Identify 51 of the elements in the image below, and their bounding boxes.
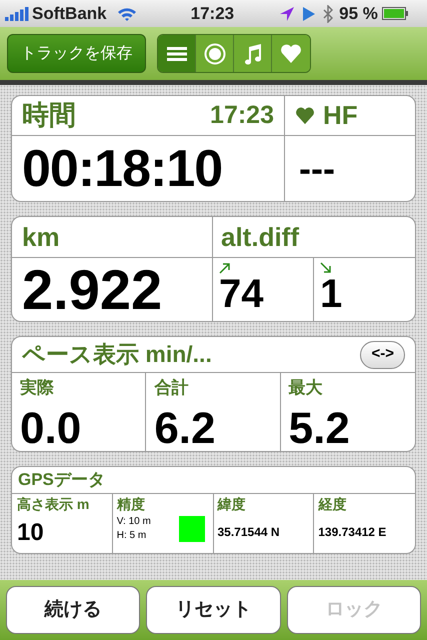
toolbar-tab[interactable] xyxy=(234,35,272,72)
clock-time: 17:23 xyxy=(190,2,234,25)
wifi-icon xyxy=(116,6,137,20)
latitude-label: 緯度 xyxy=(218,495,246,514)
action-button[interactable]: リセット xyxy=(146,586,281,634)
action-button[interactable]: 続ける xyxy=(6,586,140,634)
pace-value: 5.2 xyxy=(288,406,351,450)
arrow-up-right-icon xyxy=(219,262,231,274)
current-clock: 17:23 xyxy=(210,100,274,131)
battery-percent: 95 % xyxy=(339,2,378,25)
heart-icon xyxy=(280,44,302,64)
toolbar-tab[interactable] xyxy=(158,35,196,72)
altitude-diff-value: 74 xyxy=(219,274,264,314)
pace-column-label: 最大 xyxy=(288,377,324,399)
menu-icon xyxy=(166,46,186,62)
accuracy-label: 精度 xyxy=(116,495,146,514)
music-note-icon xyxy=(242,42,262,64)
save-track-button[interactable]: トラックを保存 xyxy=(7,34,146,73)
longitude-label: 経度 xyxy=(318,495,348,514)
elapsed-time: 00:18:10 xyxy=(22,142,222,194)
pace-label: ペース表示 min/... xyxy=(22,340,212,370)
heart-rate-value: --- xyxy=(299,150,335,186)
altitude-label: 高さ表示 m xyxy=(17,495,90,514)
pace-column-label: 合計 xyxy=(154,377,190,399)
altitude-value: 10 xyxy=(17,521,45,545)
arrow-down-right-icon xyxy=(320,262,332,274)
time-label: 時間 xyxy=(22,99,76,132)
battery-icon xyxy=(382,7,408,20)
pace-column-label: 実際 xyxy=(20,377,55,399)
heart-rate-label: HF xyxy=(323,99,358,132)
distance-value: 2.922 xyxy=(22,262,162,318)
gps-label: GPSデータ xyxy=(18,469,105,492)
distance-label: km xyxy=(22,220,60,254)
horizontal-accuracy: H: 5 m xyxy=(116,529,148,543)
location-arrow-icon xyxy=(279,6,296,22)
carrier-name: SoftBank xyxy=(32,2,107,25)
record-icon xyxy=(204,42,226,64)
altitude-diff-label: alt.diff xyxy=(221,220,299,254)
vertical-accuracy: V: 10 m xyxy=(116,515,151,529)
toolbar-tab[interactable] xyxy=(272,35,310,72)
pace-toggle-button[interactable]: <-> xyxy=(360,340,405,368)
longitude-value: 139.73412 E xyxy=(318,524,388,541)
latitude-value: 35.71544 N xyxy=(218,524,281,541)
altitude-diff-value: 1 xyxy=(320,274,344,314)
heart-icon xyxy=(295,106,315,124)
toolbar-tab[interactable] xyxy=(196,35,234,72)
signal-icon xyxy=(5,6,29,20)
play-icon xyxy=(303,6,316,20)
pace-value: 6.2 xyxy=(154,406,216,450)
pace-value: 0.0 xyxy=(20,406,82,450)
bluetooth-icon xyxy=(323,4,334,22)
